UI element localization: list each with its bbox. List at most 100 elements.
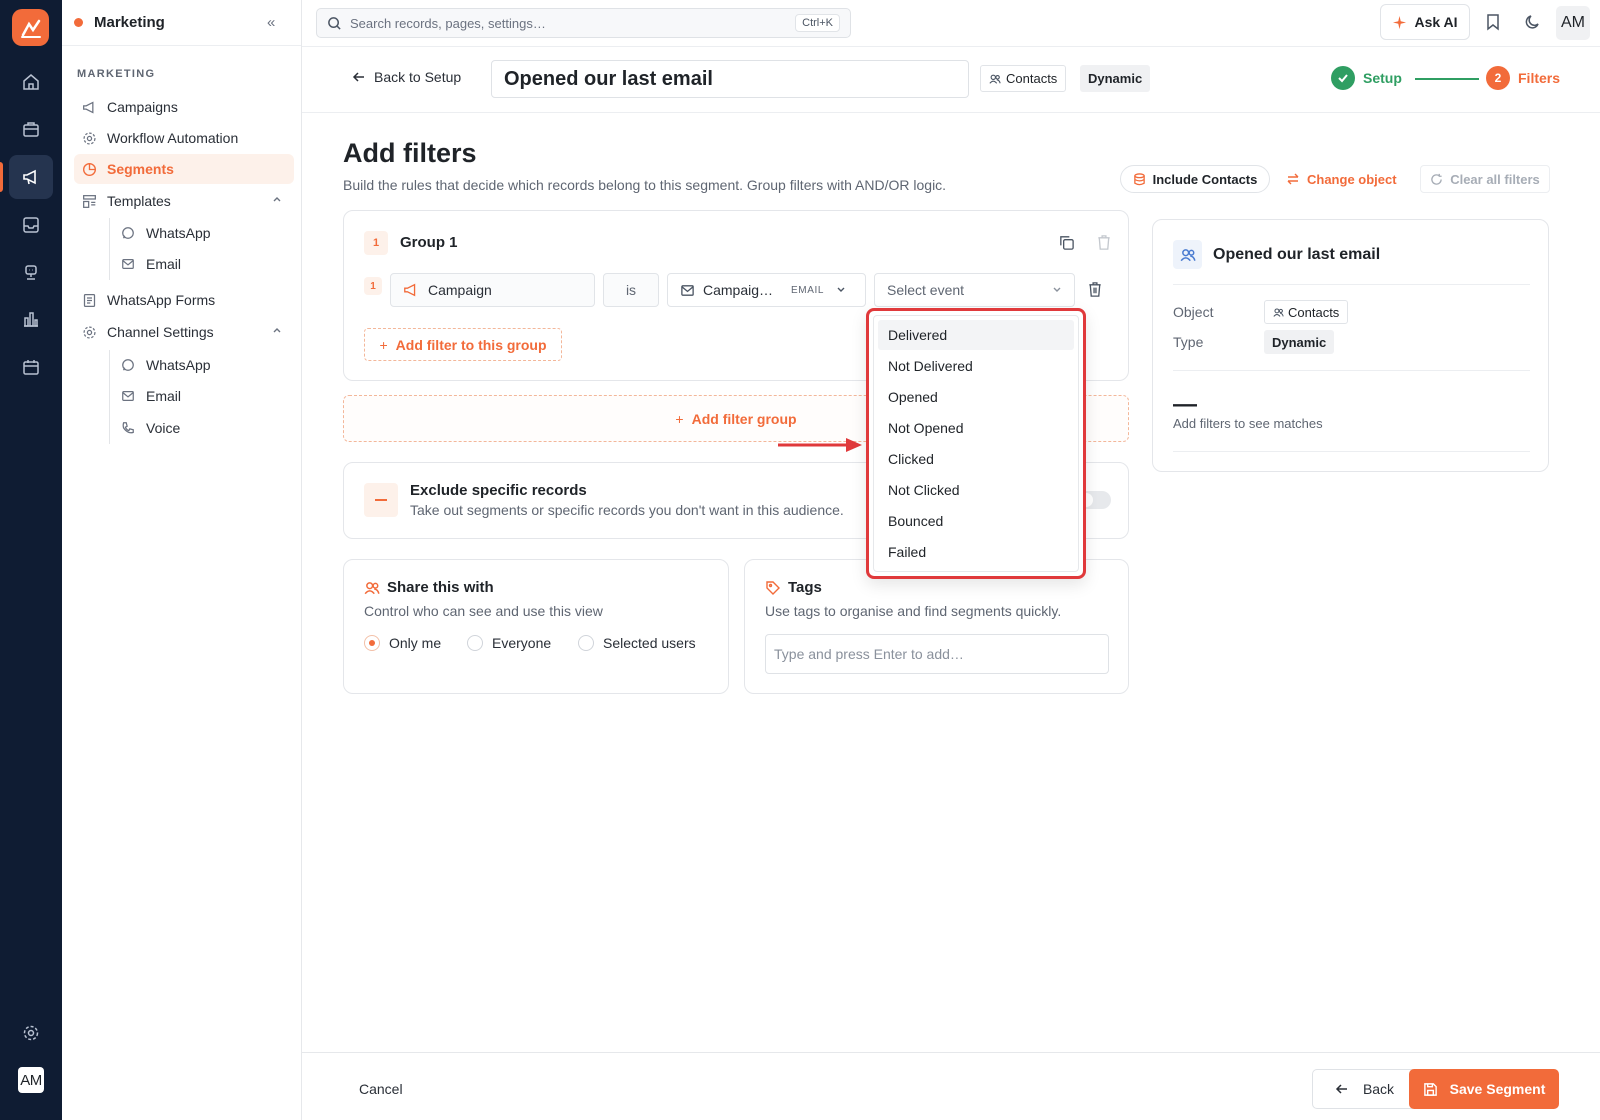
summary-object-label: Object (1173, 304, 1214, 320)
sidebar-subitem-whatsapp-channel[interactable]: WhatsApp (120, 350, 211, 380)
moon-icon[interactable] (1524, 13, 1542, 31)
home-icon[interactable] (9, 60, 53, 104)
sidebar: Marketing « MARKETING Campaigns Workflow… (62, 0, 302, 1120)
clear-all-filters-label: Clear all filters (1450, 171, 1540, 187)
sidebar-item-channel-settings[interactable]: Channel Settings (74, 317, 294, 347)
delete-filter-icon[interactable] (1087, 281, 1103, 298)
search-input[interactable]: Search records, pages, settings… Ctrl+K (316, 8, 851, 38)
back-button-label: Back (1362, 1081, 1395, 1097)
megaphone-icon[interactable] (9, 155, 53, 199)
back-to-setup-link[interactable]: Back to Setup (352, 69, 461, 85)
divider (1173, 370, 1530, 371)
sidebar-subitem-email-channel[interactable]: Email (120, 381, 181, 411)
ask-ai-button[interactable]: Ask AI (1380, 4, 1470, 40)
radio-dot (578, 635, 594, 651)
filter-operator-select[interactable]: is (603, 273, 659, 307)
add-filter-group-label: Add filter group (691, 410, 797, 427)
event-option[interactable]: Not Delivered (878, 351, 1074, 381)
sidebar-item-campaigns[interactable]: Campaigns (74, 92, 294, 122)
event-option[interactable]: Opened (878, 382, 1074, 412)
radio-label: Everyone (492, 635, 552, 651)
save-segment-button[interactable]: Save Segment (1409, 1069, 1559, 1109)
summary-hint: Add filters to see matches (1173, 416, 1323, 431)
cog-icon (80, 323, 98, 341)
sidebar-item-label: Templates (107, 193, 171, 209)
event-option[interactable]: Not Clicked (878, 475, 1074, 505)
calendar-icon[interactable] (9, 345, 53, 389)
include-contacts-button[interactable]: Include Contacts (1120, 165, 1270, 193)
radio-everyone[interactable]: Everyone (467, 635, 551, 651)
cancel-button[interactable]: Cancel (359, 1081, 403, 1097)
event-option[interactable]: Failed (878, 537, 1074, 567)
filter-value-select[interactable]: Campaig… EMAIL (667, 273, 866, 307)
filter-field-select[interactable]: Campaign (390, 273, 595, 307)
template-icon (80, 192, 98, 210)
event-select[interactable]: Select event (874, 273, 1075, 307)
step-number: 2 (1486, 66, 1510, 90)
include-contacts-label: Include Contacts (1152, 171, 1258, 187)
app-logo-icon[interactable] (12, 9, 49, 46)
sparkle-icon (1393, 15, 1407, 29)
avatar[interactable]: AM (1556, 6, 1590, 40)
megaphone-icon (404, 283, 416, 297)
event-option[interactable]: Bounced (878, 506, 1074, 536)
tree-line (109, 218, 110, 280)
change-object-button[interactable]: Change object (1286, 165, 1397, 193)
sidebar-subitem-label: Voice (146, 420, 181, 436)
sidebar-subitem-whatsapp-template[interactable]: WhatsApp (120, 218, 211, 248)
chevron-down-icon (837, 287, 845, 292)
event-option[interactable]: Delivered (878, 320, 1074, 350)
users-icon (364, 581, 380, 594)
type-chip: Dynamic (1080, 65, 1151, 92)
sidebar-item-segments[interactable]: Segments (74, 154, 294, 184)
gear-icon[interactable] (9, 1011, 53, 1055)
summary-type-label: Type (1173, 334, 1204, 350)
collapse-sidebar-icon[interactable]: « (267, 14, 275, 31)
chevron-up-icon[interactable] (272, 194, 282, 204)
chevron-up-icon[interactable] (272, 325, 282, 335)
share-card: Share this with Control who can see and … (343, 559, 729, 694)
bot-icon[interactable] (9, 250, 53, 294)
workspace-header[interactable]: Marketing « (62, 0, 301, 46)
workspace-name: Marketing (94, 14, 165, 31)
workspace-dot (74, 18, 83, 27)
sidebar-item-label: Campaigns (107, 99, 178, 115)
event-option[interactable]: Not Opened (878, 413, 1074, 443)
event-dropdown: Delivered Not Delivered Opened Not Opene… (866, 308, 1086, 579)
search-placeholder: Search records, pages, settings… (350, 15, 546, 31)
megaphone-icon (80, 98, 98, 116)
segment-summary-card: Opened our last email Object Contacts Ty… (1152, 219, 1549, 472)
ask-ai-label: Ask AI (1414, 14, 1458, 30)
sidebar-item-whatsapp-forms[interactable]: WhatsApp Forms (74, 285, 294, 315)
check-icon (1331, 66, 1355, 90)
delete-group-icon[interactable] (1096, 234, 1112, 251)
summary-title: Opened our last email (1213, 246, 1381, 263)
event-dropdown-list: Delivered Not Delivered Opened Not Opene… (873, 315, 1079, 572)
bookmark-icon[interactable] (1485, 13, 1501, 31)
avatar[interactable]: AM (18, 1067, 44, 1093)
step-filters[interactable]: 2 Filters (1486, 66, 1560, 90)
sidebar-subitem-email-template[interactable]: Email (120, 249, 181, 279)
sidebar-subitem-voice-channel[interactable]: Voice (120, 413, 180, 443)
segment-name-input[interactable]: Opened our last email (491, 60, 969, 98)
sidebar-item-templates[interactable]: Templates (74, 186, 294, 216)
chart-icon[interactable] (9, 297, 53, 341)
radio-only-me[interactable]: Only me (364, 635, 441, 651)
tags-input[interactable]: Type and press Enter to add… (765, 634, 1109, 674)
briefcase-icon[interactable] (9, 107, 53, 151)
add-filter-button[interactable]: + Add filter to this group (364, 328, 562, 361)
refresh-icon (1431, 173, 1442, 185)
inbox-icon[interactable] (9, 203, 53, 247)
change-object-label: Change object (1307, 171, 1397, 187)
radio-selected-users[interactable]: Selected users (578, 635, 696, 651)
back-button[interactable]: Back (1312, 1069, 1417, 1109)
step-setup[interactable]: Setup (1331, 66, 1402, 90)
sidebar-item-workflow-automation[interactable]: Workflow Automation (74, 123, 294, 153)
filter-number-badge: 1 (364, 277, 382, 295)
step-label: Filters (1518, 70, 1561, 86)
duplicate-group-icon[interactable] (1058, 234, 1075, 251)
clear-all-filters-button[interactable]: Clear all filters (1420, 165, 1550, 193)
event-option[interactable]: Clicked (878, 444, 1074, 474)
tags-card: Tags Use tags to organise and find segme… (744, 559, 1129, 694)
filter-field-label: Campaign (428, 282, 492, 298)
